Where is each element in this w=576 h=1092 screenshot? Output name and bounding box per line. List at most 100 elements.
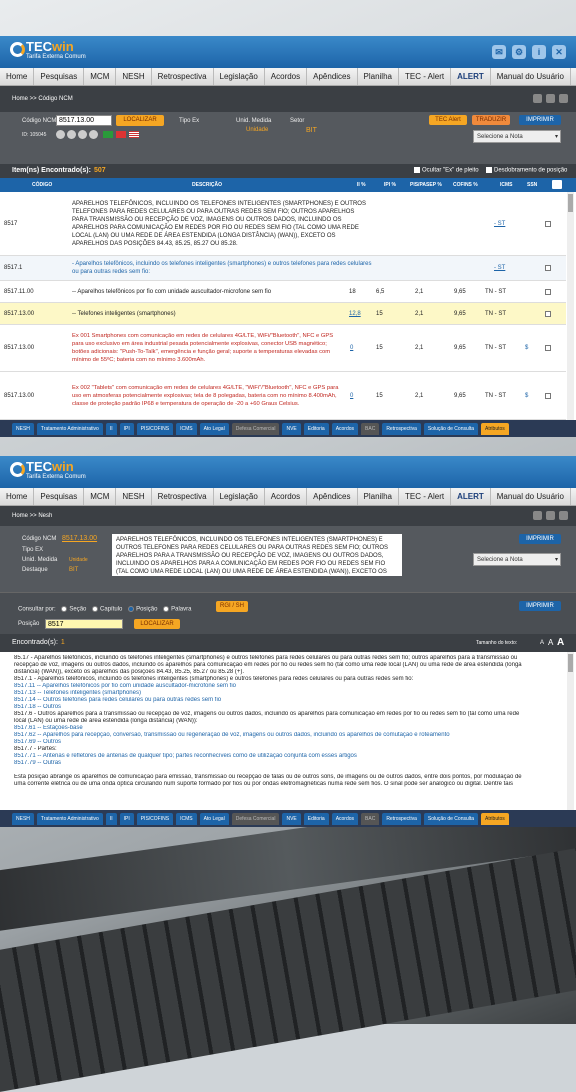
- menu-planilha[interactable]: Planilha: [358, 68, 399, 85]
- menu-planilha[interactable]: Planilha: [358, 488, 399, 505]
- tab-ii[interactable]: II: [105, 422, 117, 435]
- traduzir-button[interactable]: TRADUZIR: [472, 115, 510, 125]
- tab-acordos[interactable]: Acordos: [331, 422, 359, 435]
- printer-icon[interactable]: [552, 180, 562, 189]
- menu-apendices[interactable]: Apêndices: [307, 68, 358, 85]
- tab-ato-legal[interactable]: Ato Legal: [199, 422, 229, 435]
- tab-ii[interactable]: II: [105, 812, 117, 825]
- help-icon[interactable]: [546, 94, 555, 103]
- menu-tec-alert[interactable]: TEC - Alert: [399, 68, 452, 85]
- tab-nve[interactable]: NVE: [282, 812, 301, 825]
- table-row[interactable]: 8517.1 - Aparelhos telefônicos, incluind…: [0, 256, 566, 281]
- nesh-scrollbar[interactable]: [567, 652, 574, 810]
- imprimir-button[interactable]: IMPRIMIR: [519, 534, 561, 544]
- tab-pis-cofins[interactable]: PIS/COFINS: [136, 812, 174, 825]
- gear-icon[interactable]: ⚙: [512, 45, 526, 59]
- menu-mcm[interactable]: MCM: [84, 68, 117, 85]
- tab-bac[interactable]: BAC: [361, 422, 380, 435]
- text-size-small[interactable]: A: [540, 634, 544, 652]
- tecwin-logo[interactable]: TECwin Tarifa Externa Comum: [10, 39, 86, 65]
- ncm-code-input[interactable]: 8517.13.00: [56, 115, 112, 126]
- radio-capitulo[interactable]: [92, 606, 99, 612]
- flag-brazil-icon[interactable]: [103, 131, 113, 138]
- menu-manual[interactable]: Manual do Usuário: [491, 68, 571, 85]
- tecwin-logo[interactable]: TECwin Tarifa Externa Comum: [10, 459, 86, 485]
- close-icon[interactable]: ✕: [552, 45, 566, 59]
- tab-ipi[interactable]: IPI: [119, 422, 134, 435]
- tab-ato-legal[interactable]: Ato Legal: [199, 812, 229, 825]
- tab-tratamento[interactable]: Tratamento Administrativo: [36, 422, 103, 435]
- rgi-sh-button[interactable]: RGI / SH: [216, 601, 248, 612]
- tab-retrospectiva[interactable]: Retrospectiva: [382, 812, 421, 825]
- text-size-large[interactable]: A: [557, 634, 564, 652]
- tab-atributos[interactable]: Atributos: [481, 812, 509, 825]
- nota-select[interactable]: Selecione a Nota ▾: [473, 553, 561, 566]
- localizar-button[interactable]: LOCALIZAR: [134, 619, 180, 629]
- menu-tec-alert[interactable]: TEC - Alert: [399, 488, 452, 505]
- tab-editoria[interactable]: Editoria: [303, 422, 329, 435]
- menu-home[interactable]: Home: [0, 68, 35, 85]
- flag-usa-icon[interactable]: [129, 131, 139, 138]
- tab-bac[interactable]: BAC: [361, 812, 380, 825]
- next-icon[interactable]: [78, 130, 87, 139]
- up-icon[interactable]: [559, 511, 568, 520]
- text-size-medium[interactable]: A: [548, 634, 553, 652]
- prev-icon[interactable]: [67, 130, 76, 139]
- menu-pesquisas[interactable]: Pesquisas: [34, 488, 85, 505]
- radio-palavra[interactable]: [163, 606, 170, 612]
- menu-alert[interactable]: ALERT: [451, 68, 491, 85]
- tec-alert-button[interactable]: TEC Alert: [429, 115, 467, 125]
- menu-retrospectiva[interactable]: Retrospectiva: [152, 68, 214, 85]
- menu-pesquisas[interactable]: Pesquisas: [34, 68, 85, 85]
- mail-icon[interactable]: ✉: [492, 45, 506, 59]
- tab-acordos[interactable]: Acordos: [331, 812, 359, 825]
- nota-select[interactable]: Selecione a Nota ▾: [473, 130, 561, 143]
- tab-pis-cofins[interactable]: PIS/COFINS: [136, 422, 174, 435]
- table-row[interactable]: 8517.11.00 -- Aparelhos telefônicos por …: [0, 281, 566, 303]
- tab-atributos[interactable]: Atributos: [481, 422, 509, 435]
- tab-ipi[interactable]: IPI: [119, 812, 134, 825]
- tab-nesh[interactable]: NESH: [12, 422, 34, 435]
- table-row[interactable]: 8517.13.00 Ex 001 Smartphones com comuni…: [0, 325, 566, 372]
- help-icon[interactable]: [546, 511, 555, 520]
- tab-nesh[interactable]: NESH: [12, 812, 34, 825]
- row-checkbox[interactable]: [545, 345, 551, 351]
- imprimir-button[interactable]: IMPRIMIR: [519, 115, 561, 125]
- row-checkbox[interactable]: [545, 220, 551, 227]
- print-icon[interactable]: [533, 94, 542, 103]
- tab-tratamento[interactable]: Tratamento Administrativo: [36, 812, 103, 825]
- last-icon[interactable]: [89, 130, 98, 139]
- row-checkbox[interactable]: [545, 265, 551, 271]
- posicao-input[interactable]: 8517: [45, 619, 123, 629]
- table-row-selected[interactable]: 8517.13.00 -- Telefones inteligentes (sm…: [0, 303, 566, 325]
- menu-legislacao[interactable]: Legislação: [214, 68, 265, 85]
- tab-editoria[interactable]: Editoria: [303, 812, 329, 825]
- menu-mcm[interactable]: MCM: [84, 488, 117, 505]
- imprimir-button-2[interactable]: IMPRIMIR: [519, 601, 561, 611]
- info-icon[interactable]: i: [532, 45, 546, 59]
- ocultar-checkbox[interactable]: Ocultar "Ex" de pleito: [414, 167, 479, 174]
- radio-posicao[interactable]: [128, 606, 135, 612]
- menu-manual[interactable]: Manual do Usuário: [491, 488, 571, 505]
- up-icon[interactable]: [559, 94, 568, 103]
- tab-defesa-comercial[interactable]: Defesa Comercial: [231, 812, 280, 825]
- desdobramento-checkbox[interactable]: Desdobramento de posição: [486, 167, 567, 174]
- radio-secao[interactable]: [61, 606, 68, 612]
- tab-solucao[interactable]: Solução de Consulta: [423, 812, 479, 825]
- tab-icms[interactable]: ICMS: [176, 422, 197, 435]
- menu-home[interactable]: Home: [0, 488, 35, 505]
- tab-icms[interactable]: ICMS: [176, 812, 197, 825]
- menu-acordos[interactable]: Acordos: [265, 488, 308, 505]
- tab-defesa-comercial[interactable]: Defesa Comercial: [231, 422, 280, 435]
- menu-legislacao[interactable]: Legislação: [214, 488, 265, 505]
- tab-retrospectiva[interactable]: Retrospectiva: [382, 422, 421, 435]
- row-checkbox[interactable]: [545, 310, 551, 317]
- menu-nesh[interactable]: NESH: [116, 488, 152, 505]
- menu-alert[interactable]: ALERT: [451, 488, 491, 505]
- print-icon[interactable]: [533, 511, 542, 520]
- table-row[interactable]: 8517.13.00 Ex 002 "Tablets" com comunica…: [0, 372, 566, 420]
- first-icon[interactable]: [56, 130, 65, 139]
- flag-spain-icon[interactable]: [116, 131, 126, 138]
- row-checkbox[interactable]: [545, 288, 551, 295]
- menu-nesh[interactable]: NESH: [116, 68, 152, 85]
